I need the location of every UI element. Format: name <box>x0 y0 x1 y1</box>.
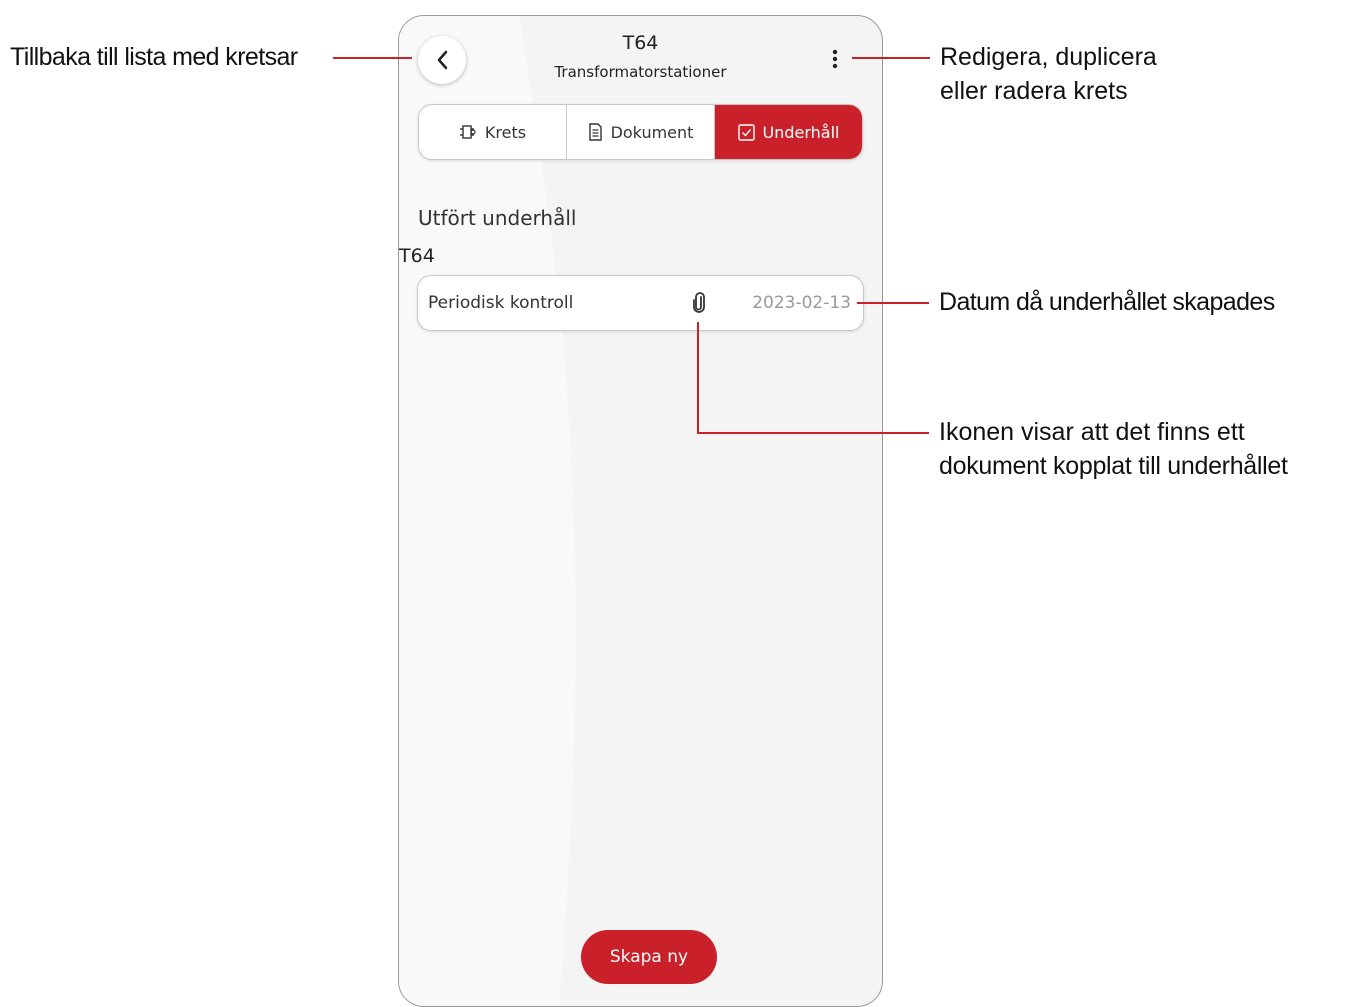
more-vertical-icon <box>832 49 838 69</box>
tab-krets[interactable]: Krets <box>419 105 567 159</box>
annotation-menu-line1: Redigera, duplicera <box>940 43 1157 71</box>
page-title: T64 <box>622 32 659 54</box>
annotation-back-line <box>333 57 412 59</box>
document-icon <box>588 123 602 141</box>
annotation-attachment-line2: dokument kopplat till underhållet <box>939 452 1288 480</box>
group-label: T64 <box>399 245 435 267</box>
tab-underhall[interactable]: Underhåll <box>715 105 862 159</box>
tab-krets-label: Krets <box>484 122 527 142</box>
annotation-attachment-vline <box>697 322 699 434</box>
annotation-attachment-line1: Ikonen visar att det finns ett <box>939 418 1245 446</box>
item-date: 2023-02-13 <box>752 293 851 313</box>
tab-underhall-label: Underhåll <box>762 122 840 142</box>
annotation-date-line <box>857 302 929 304</box>
annotation-menu-line2: eller radera krets <box>940 77 1128 105</box>
background-wave <box>399 16 576 1006</box>
tab-dokument[interactable]: Dokument <box>567 105 715 159</box>
phone-screen: T64 Transformatorstationer Krets Dokumen… <box>398 15 883 1007</box>
more-options-button[interactable] <box>823 44 847 74</box>
maintenance-list-item[interactable]: Periodisk kontroll 2023-02-13 <box>417 275 864 331</box>
section-heading: Utfört underhåll <box>418 206 577 230</box>
annotation-back: Tillbaka till lista med kretsar <box>10 43 298 71</box>
annotation-attachment-hline <box>697 432 929 434</box>
tab-dokument-label: Dokument <box>610 122 694 142</box>
circuit-icon <box>459 125 476 139</box>
item-title: Periodisk kontroll <box>428 293 574 313</box>
paperclip-icon <box>693 292 705 313</box>
annotation-date: Datum då underhållet skapades <box>939 288 1275 316</box>
checkbox-icon <box>737 123 755 141</box>
annotation-menu-line <box>852 57 930 59</box>
page-subtitle: Transformatorstationer <box>554 63 727 81</box>
create-new-button[interactable]: Skapa ny <box>581 930 717 984</box>
tab-bar: Krets Dokument Underhåll <box>418 104 863 160</box>
